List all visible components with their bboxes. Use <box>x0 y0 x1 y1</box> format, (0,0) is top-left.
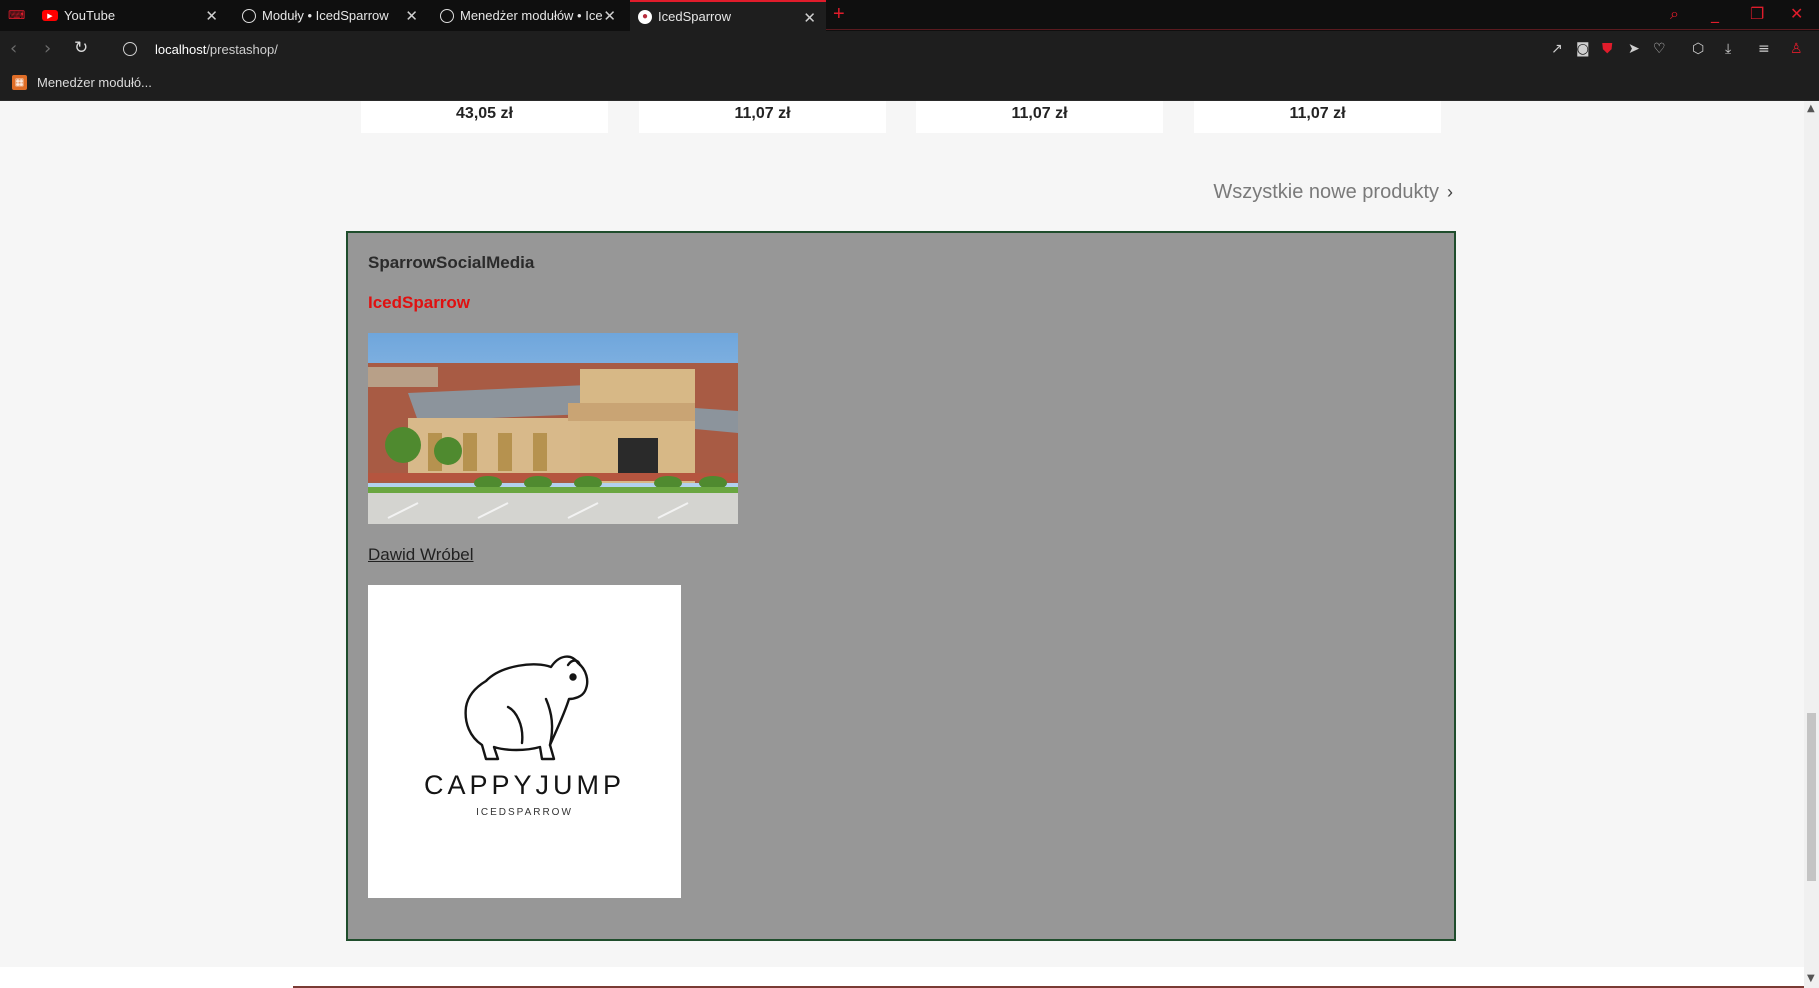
author-link[interactable]: Dawid Wróbel <box>368 545 474 565</box>
prestashop-icon: ● <box>638 9 652 24</box>
scroll-down-icon[interactable]: ▼ <box>1807 973 1815 984</box>
close-icon[interactable]: ✕ <box>205 7 218 25</box>
tab-title: Menedżer modułów • IcedS <box>460 8 602 23</box>
product-price[interactable]: 11,07 zł <box>1194 101 1441 133</box>
tab-title: IcedSparrow <box>658 9 731 24</box>
bookmarks-bar: ▦ Menedżer modułó... <box>0 68 1819 101</box>
forward-icon[interactable]: › <box>44 38 51 59</box>
tab-moduly[interactable]: Moduły • IcedSparrow ✕ <box>234 0 428 31</box>
all-new-products-label: Wszystkie nowe produkty <box>1213 181 1439 203</box>
restore-icon[interactable]: ❐ <box>1750 4 1764 23</box>
download-icon[interactable]: ⤓ <box>1725 41 1731 57</box>
tab-menedzer[interactable]: Menedżer modułów • IcedS ✕ <box>432 0 626 31</box>
product-price[interactable]: 11,07 zł <box>916 101 1163 133</box>
product-price[interactable]: 43,05 zł <box>361 101 608 133</box>
gamepad-icon[interactable]: ⌨ <box>8 8 25 22</box>
close-icon[interactable]: ✕ <box>803 9 816 27</box>
camera-icon[interactable]: ◙ <box>1576 41 1590 57</box>
close-icon[interactable]: ✕ <box>405 7 418 25</box>
new-tab-button[interactable]: + <box>833 3 845 26</box>
capybara-icon <box>464 655 589 761</box>
all-new-products-link[interactable]: Wszystkie nowe produkty › <box>1213 181 1453 204</box>
back-icon[interactable]: ‹ <box>10 38 17 59</box>
globe-icon <box>242 8 256 23</box>
cube-icon[interactable]: ⬡ <box>1692 41 1704 57</box>
chevron-right-icon: › <box>1447 182 1453 202</box>
bookmark-menedzer[interactable]: ▦ Menedżer modułó... <box>12 75 152 90</box>
youtube-icon: ▶ <box>42 10 58 21</box>
site-info-icon[interactable] <box>123 42 137 56</box>
minimize-icon[interactable]: _ <box>1711 4 1719 23</box>
tab-youtube[interactable]: ▶ YouTube ✕ <box>34 0 228 31</box>
tab-title: YouTube <box>64 8 116 23</box>
logo-subtitle: ICEDSPARROW <box>476 807 573 818</box>
tab-title: Moduły • IcedSparrow <box>262 8 389 23</box>
tab-bar: ⌨ ▶ YouTube ✕ Moduły • IcedSparrow ✕ Men… <box>0 0 1819 31</box>
url-field[interactable]: localhost/prestashop/ <box>155 42 278 57</box>
panel-title: SparrowSocialMedia <box>368 253 535 272</box>
tab-icedsparrow[interactable]: ● IcedSparrow ✕ <box>630 0 826 31</box>
heart-icon[interactable]: ♡ <box>1653 41 1666 57</box>
cappyjump-logo: CAPPYJUMP ICEDSPARROW <box>368 585 681 898</box>
menu-icon[interactable]: ≡ <box>1758 41 1770 57</box>
close-window-icon[interactable]: ✕ <box>1790 4 1803 23</box>
puzzle-icon: ▦ <box>12 75 27 90</box>
close-icon[interactable]: ✕ <box>603 7 616 25</box>
profile-icon[interactable]: ♙ <box>1790 41 1803 57</box>
reload-icon[interactable]: ↻ <box>74 38 88 58</box>
scroll-up-icon[interactable]: ▲ <box>1807 103 1815 114</box>
logo-wordmark: CAPPYJUMP <box>423 770 626 800</box>
social-media-panel: SparrowSocialMedia IcedSparrow Dawid Wró… <box>346 231 1456 941</box>
product-price[interactable]: 11,07 zł <box>639 101 886 133</box>
send-icon[interactable]: ➤ <box>1628 41 1640 57</box>
globe-icon <box>440 8 454 23</box>
store-building-image <box>368 333 738 524</box>
scrollbar-thumb[interactable] <box>1807 713 1816 881</box>
adblock-icon[interactable]: ⛊ <box>1602 41 1613 57</box>
share-icon[interactable]: ↗ <box>1551 41 1563 57</box>
page-content: 43,05 zł 11,07 zł 11,07 zł 11,07 zł Wszy… <box>0 101 1804 988</box>
bookmark-label: Menedżer modułó... <box>37 75 152 90</box>
tab-divider <box>826 29 1819 30</box>
address-bar: ‹ › ↻ localhost/prestashop/ ↗ ◙ ⛊ ➤ ♡ ⬡ … <box>0 31 1819 68</box>
search-icon[interactable]: ⌕ <box>1670 4 1679 24</box>
footer-strip <box>0 967 1804 988</box>
scrollbar[interactable]: ▲ ▼ <box>1804 101 1819 988</box>
brand-name: IcedSparrow <box>368 293 471 312</box>
